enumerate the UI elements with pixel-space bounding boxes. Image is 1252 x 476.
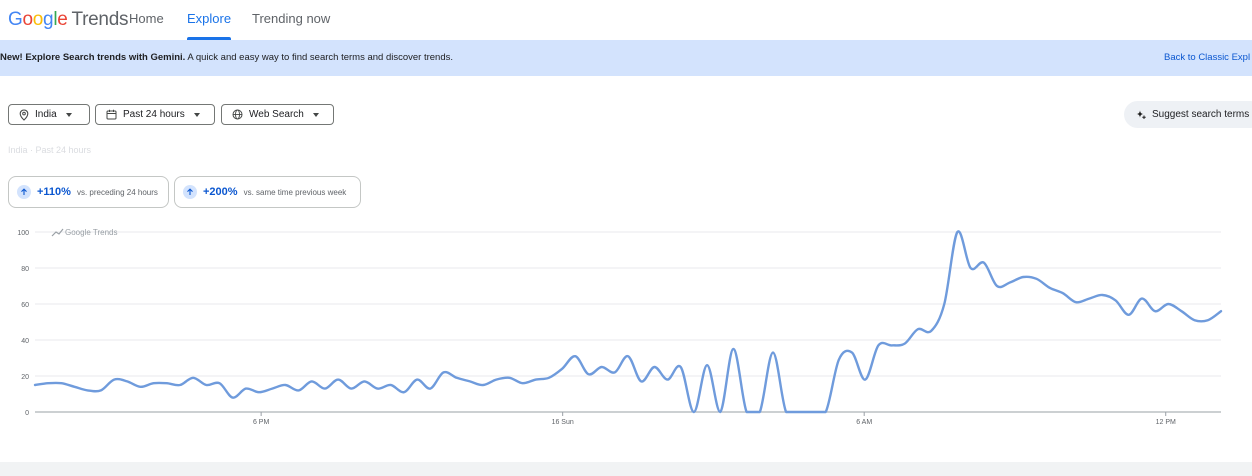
arrow-up-icon [183,185,197,199]
interest-over-time-chart: 0 20 40 60 80 100 6 PM 16 Sun 6 AM 12 PM Google … [17,228,1223,426]
x-tick-label: 6 PM [253,419,270,426]
y-tick-label: 40 [21,338,29,345]
filter-bar: India Past 24 hours Web Search Suggest s… [0,88,1252,142]
gemini-banner: New! Explore Search trends with Gemini. … [0,40,1252,76]
location-value: India [35,109,57,120]
globe-icon [232,109,243,120]
y-tick-label: 100 [17,230,29,237]
time-range-value: Past 24 hours [123,109,185,120]
chevron-down-icon [312,112,319,117]
nav-home[interactable]: Home [129,0,164,40]
y-tick-label: 80 [21,266,29,273]
nav-trending-now[interactable]: Trending now [252,0,330,40]
location-pin-icon [19,108,29,121]
sparkle-icon [1136,110,1146,119]
stat-value: +200% [203,186,238,198]
location-dropdown[interactable]: India [8,104,90,125]
breadcrumb: India · Past 24 hours [8,145,92,155]
time-range-dropdown[interactable]: Past 24 hours [95,104,215,125]
nav-explore[interactable]: Explore [187,0,232,40]
series-line [33,230,1223,414]
x-tick-label: 12 PM [1156,419,1176,426]
y-tick-label: 20 [21,374,29,381]
stat-description: vs. same time previous week [243,187,347,197]
suggest-search-terms-button[interactable]: Suggest search terms [1124,101,1252,128]
stat-chip-preceding-24h[interactable]: +110% vs. preceding 24 hours [8,176,169,208]
x-tick-label: 6 AM [856,419,872,426]
google-trends-logo[interactable]: Google Trends [8,9,128,31]
y-tick-label: 60 [21,302,29,309]
top-bar: Google Trends Home Explore Trending now [0,0,1252,40]
search-type-value: Web Search [249,109,304,120]
arrow-up-icon [17,185,31,199]
back-to-classic-link[interactable]: Back to Classic Expl [1164,40,1250,76]
watermark-text: Google Trends [65,228,117,237]
x-tick-label: 16 Sun [552,419,574,426]
banner-bold-text: New! Explore Search trends with Gemini. [0,52,186,63]
chevron-down-icon [65,112,72,117]
search-type-dropdown[interactable]: Web Search [221,104,334,125]
chevron-down-icon [193,112,200,117]
stat-chip-previous-week[interactable]: +200% vs. same time previous week [174,176,361,208]
calendar-icon [106,109,117,120]
stat-value: +110% [37,186,71,198]
stat-description: vs. preceding 24 hours [76,187,158,197]
bottom-section [0,462,1252,476]
banner-message: New! Explore Search trends with Gemini. … [0,40,453,76]
logo-suffix: Trends [71,9,129,30]
y-tick-label: 0 [25,410,29,417]
banner-text: A quick and easy way to find search term… [185,52,454,63]
suggest-label: Suggest search terms [1152,109,1250,120]
